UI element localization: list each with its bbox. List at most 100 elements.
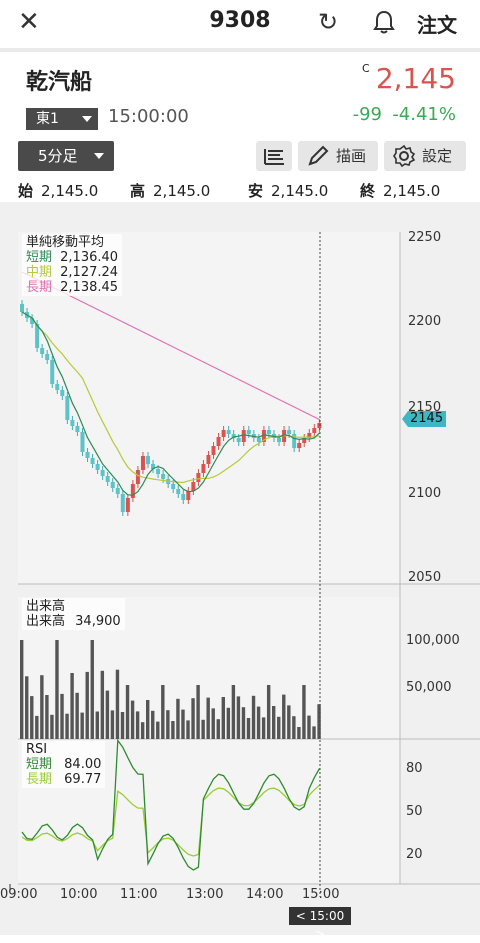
draw-label: 描画 bbox=[336, 147, 367, 165]
high-item: 高 2,145.0 bbox=[130, 180, 210, 201]
volume-bar bbox=[297, 727, 301, 739]
rsi-short-item: 短期 84.00 bbox=[26, 757, 101, 772]
volume-bar bbox=[261, 717, 266, 739]
candle bbox=[226, 430, 231, 434]
ma-mid-label: 中期 bbox=[26, 265, 53, 280]
top-bar: ✕ 9308 ↻ 注文 bbox=[0, 0, 480, 46]
open-label: 始 bbox=[18, 182, 34, 200]
chart-canvas[interactable] bbox=[0, 202, 480, 935]
rsi-short-value: 84.00 bbox=[64, 757, 102, 772]
candle bbox=[65, 396, 70, 420]
volume-bar bbox=[70, 673, 74, 739]
ma-short-value: 2,136.40 bbox=[60, 250, 119, 265]
volume-bar bbox=[110, 710, 115, 739]
low-value: 2,145.0 bbox=[271, 182, 329, 200]
volume-bar bbox=[196, 685, 200, 739]
candle bbox=[186, 491, 191, 500]
price-tick: 2250 bbox=[408, 230, 442, 245]
volume-bar bbox=[292, 716, 296, 739]
volume-bar bbox=[100, 670, 105, 739]
volume-bar bbox=[115, 669, 120, 739]
close-flag: C bbox=[362, 62, 370, 75]
volume-bar bbox=[166, 710, 170, 739]
candle bbox=[176, 489, 181, 494]
volume-bar bbox=[135, 711, 140, 739]
price-tick: 2050 bbox=[408, 570, 442, 585]
candle bbox=[85, 452, 90, 458]
cursor-time-label[interactable]: < 15:00 > bbox=[289, 907, 351, 941]
high-label: 高 bbox=[130, 182, 146, 200]
volume-bar bbox=[25, 676, 29, 739]
candle bbox=[196, 473, 201, 482]
candle bbox=[201, 464, 206, 473]
volume-bar bbox=[277, 716, 281, 739]
candle bbox=[317, 423, 322, 428]
candle bbox=[171, 484, 176, 489]
time-tick: 15:00 bbox=[302, 887, 340, 902]
reload-icon[interactable]: ↻ bbox=[318, 8, 338, 36]
ma-short-label: 短期 bbox=[26, 250, 53, 265]
volume-bar bbox=[35, 715, 39, 739]
volume-bar bbox=[30, 696, 34, 739]
volume-bar bbox=[130, 700, 135, 739]
settings-button[interactable]: 設定 bbox=[384, 141, 466, 171]
rsi-short-label: 短期 bbox=[26, 757, 53, 772]
candle bbox=[45, 354, 50, 360]
volume-bar bbox=[105, 690, 110, 739]
draw-button[interactable]: 描画 bbox=[298, 141, 378, 171]
bell-icon[interactable] bbox=[372, 9, 396, 39]
rsi-long-label: 長期 bbox=[26, 772, 53, 787]
volume-bar bbox=[151, 710, 155, 739]
volume-bar bbox=[60, 693, 64, 739]
candle bbox=[90, 458, 95, 464]
volume-bar bbox=[120, 712, 125, 739]
ohlc-row: 始 2,145.0 高 2,145.0 安 2,145.0 終 2,145.0 bbox=[0, 177, 480, 201]
candle bbox=[115, 488, 120, 494]
volume-title: 出来高 bbox=[26, 599, 66, 614]
market-select[interactable]: 東1 bbox=[26, 108, 98, 130]
ma-mid-item: 中期 2,127.24 bbox=[26, 265, 118, 280]
indicator-list-button[interactable] bbox=[256, 141, 292, 171]
period-select[interactable]: 5分足 bbox=[18, 141, 114, 171]
volume-bar bbox=[65, 713, 69, 739]
volume-bar bbox=[20, 640, 24, 739]
volume-bar bbox=[171, 721, 175, 739]
volume-tick: 100,000 bbox=[406, 633, 460, 648]
ma-mid-value: 2,127.24 bbox=[60, 265, 119, 280]
volume-bar bbox=[75, 692, 79, 739]
time-tick: 11:00 bbox=[120, 887, 158, 902]
order-button[interactable]: 注文 bbox=[417, 9, 457, 38]
volume-bar bbox=[272, 706, 276, 739]
candle bbox=[95, 464, 100, 470]
volume-label: 出来高 bbox=[26, 614, 66, 629]
chart-area[interactable]: 単純移動平均 短期 2,136.40 中期 2,127.24 長期 2,138.… bbox=[0, 202, 480, 941]
ma-legend: 単純移動平均 短期 2,136.40 中期 2,127.24 長期 2,138.… bbox=[22, 234, 123, 296]
candle bbox=[246, 430, 251, 434]
close-item: 終 2,145.0 bbox=[360, 180, 440, 201]
quote-panel: 乾汽船 東1 15:00:00 C 2,145 -99 -4.41% bbox=[10, 58, 470, 134]
candle bbox=[221, 430, 226, 437]
volume-bar bbox=[176, 698, 180, 739]
last-price-tag: 2145 bbox=[410, 411, 444, 426]
list-icon bbox=[264, 149, 284, 165]
high-value: 2,145.0 bbox=[153, 182, 211, 200]
candle bbox=[181, 494, 186, 500]
candle bbox=[312, 428, 317, 433]
candle bbox=[70, 420, 75, 426]
candle bbox=[80, 432, 85, 452]
volume-bar bbox=[161, 685, 165, 739]
stock-name: 乾汽船 bbox=[26, 70, 93, 95]
low-item: 安 2,145.0 bbox=[248, 180, 328, 201]
open-value: 2,145.0 bbox=[41, 182, 99, 200]
candle bbox=[105, 476, 110, 482]
volume-bar bbox=[156, 721, 160, 739]
volume-bar bbox=[246, 718, 251, 739]
candle bbox=[130, 484, 135, 498]
volume-bar bbox=[312, 726, 316, 739]
candle bbox=[287, 430, 292, 434]
close-label: 終 bbox=[360, 182, 376, 200]
rsi-long-value: 69.77 bbox=[64, 772, 102, 787]
rsi-long-item: 長期 69.77 bbox=[26, 772, 101, 787]
volume-bar bbox=[85, 671, 89, 739]
volume-bar bbox=[181, 709, 185, 739]
